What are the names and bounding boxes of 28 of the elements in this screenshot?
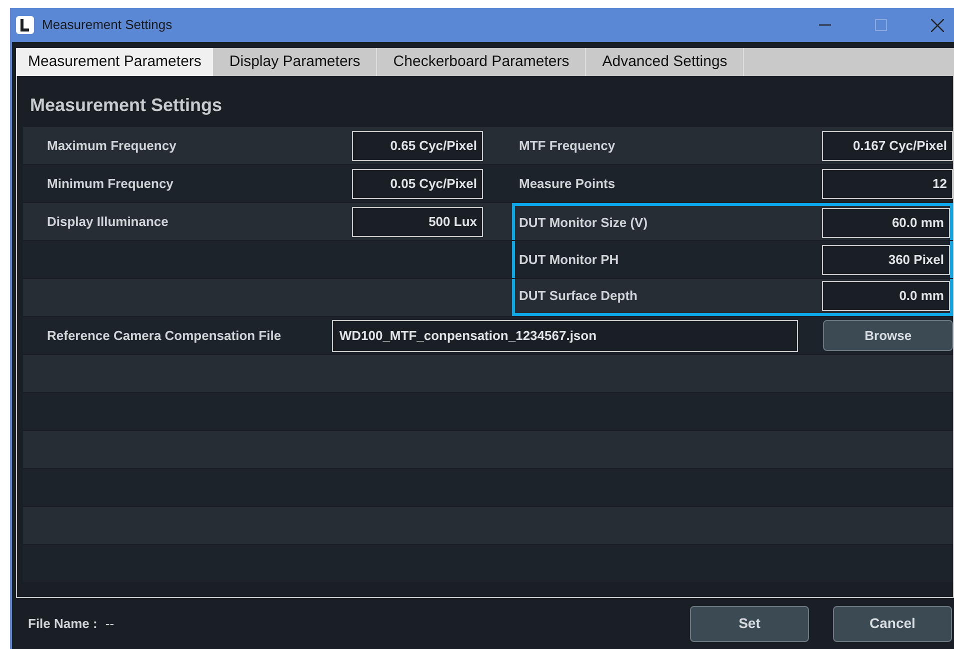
value-field[interactable]: 500 Lux (352, 206, 483, 236)
value-field[interactable]: 0.167 Cyc/Pixel (822, 130, 953, 160)
field-label: Reference Camera Compensation File (46, 326, 282, 345)
field-label: DUT Monitor PH (518, 250, 620, 269)
tab[interactable]: Measurement Parameters (16, 48, 214, 76)
footer-button[interactable]: Cancel (833, 606, 952, 642)
field-label: MTF Frequency (518, 136, 616, 155)
section-title: Measurement Settings (29, 94, 224, 117)
file-name-value: -- (105, 614, 114, 633)
field-label: Minimum Frequency (46, 174, 174, 193)
window-title: Measurement Settings (42, 16, 172, 34)
browse-button[interactable]: Browse (823, 320, 953, 351)
app-logo-icon (16, 16, 34, 34)
value-field[interactable]: 0.05 Cyc/Pixel (352, 168, 483, 198)
value-field[interactable]: 0.65 Cyc/Pixel (352, 130, 483, 160)
field-label: Measure Points (518, 174, 616, 193)
file-path-field[interactable]: WD100_MTF_conpensation_1234567.json (332, 320, 798, 352)
field-label: Maximum Frequency (46, 136, 178, 155)
field-label: Display Illuminance (46, 212, 170, 231)
field-label: DUT Monitor Size (V) (518, 214, 649, 232)
field-label: DUT Surface Depth (518, 287, 638, 306)
file-name-label: File Name : (28, 614, 98, 633)
value-field[interactable]: 60.0 mm (822, 208, 950, 238)
close-icon[interactable] (931, 18, 944, 32)
value-field[interactable]: 12 (822, 168, 953, 198)
value-field[interactable]: 0.0 mm (822, 281, 950, 311)
footer-button[interactable]: Set (690, 606, 809, 642)
value-field[interactable]: 360 Pixel (822, 244, 950, 274)
